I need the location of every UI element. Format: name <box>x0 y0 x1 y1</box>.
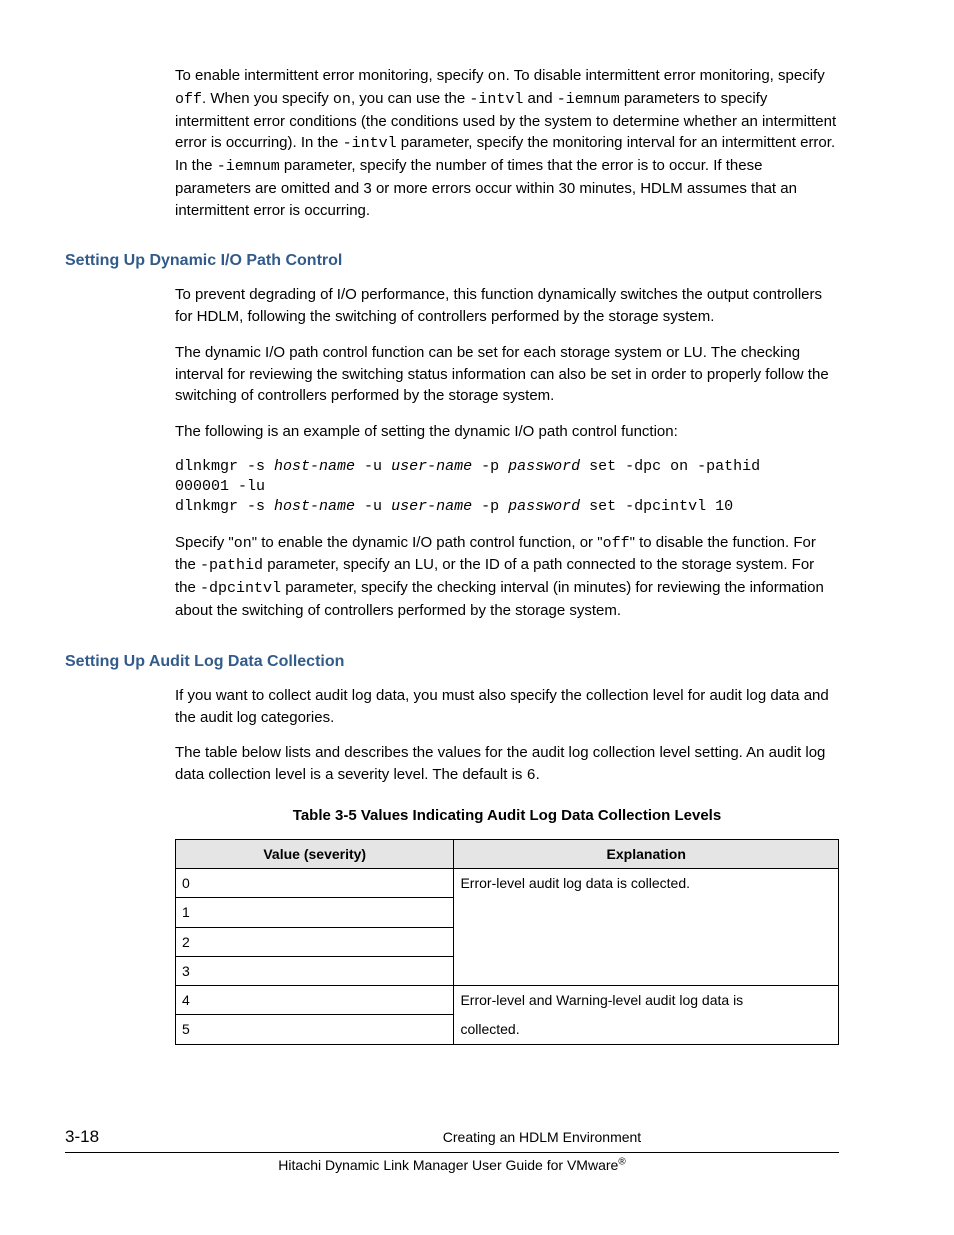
code-inline: -intvl <box>343 135 397 152</box>
code-inline: -iemnum <box>557 91 620 108</box>
cell-explanation: Error-level and Warning-level audit log … <box>454 986 839 1015</box>
text: To enable intermittent error monitoring,… <box>175 67 488 84</box>
cell-explanation <box>454 956 839 985</box>
table-row: 3 <box>176 956 839 985</box>
cell-value: 4 <box>176 986 454 1015</box>
cell-explanation: Error-level audit log data is collected. <box>454 868 839 897</box>
cell-value: 5 <box>176 1015 454 1044</box>
page-footer: 3-18 Creating an HDLM Environment Hitach… <box>65 1125 839 1176</box>
text: The table below lists and describes the … <box>175 744 825 783</box>
code-inline: -pathid <box>200 557 263 574</box>
table-row: 1 <box>176 898 839 927</box>
cell-value: 0 <box>176 868 454 897</box>
paragraph: The dynamic I/O path control function ca… <box>175 342 839 407</box>
page-number: 3-18 <box>65 1125 245 1150</box>
paragraph: The following is an example of setting t… <box>175 421 839 443</box>
code-inline: on <box>234 535 252 552</box>
paragraph: If you want to collect audit log data, y… <box>175 685 839 729</box>
cell-value: 3 <box>176 956 454 985</box>
footer-divider <box>65 1152 839 1153</box>
paragraph: To prevent degrading of I/O performance,… <box>175 284 839 328</box>
text: . To disable intermittent error monitori… <box>506 67 825 84</box>
code-inline: -dpcintvl <box>200 580 281 597</box>
code-inline: off <box>603 535 630 552</box>
code-inline: on <box>488 68 506 85</box>
table-row: 5 collected. <box>176 1015 839 1044</box>
cell-explanation: collected. <box>454 1015 839 1044</box>
table-header-row: Value (severity) Explanation <box>176 839 839 868</box>
paragraph: Specify "on" to enable the dynamic I/O p… <box>175 532 839 622</box>
cell-explanation <box>454 927 839 956</box>
table-row: 4 Error-level and Warning-level audit lo… <box>176 986 839 1015</box>
table-caption: Table 3-5 Values Indicating Audit Log Da… <box>175 805 839 827</box>
cell-value: 2 <box>176 927 454 956</box>
text: , you can use the <box>351 90 469 107</box>
book-title: Hitachi Dynamic Link Manager User Guide … <box>65 1155 839 1175</box>
code-inline: -iemnum <box>217 158 280 175</box>
text: Specify " <box>175 534 234 551</box>
text: . When you specify <box>202 90 333 107</box>
chapter-title: Creating an HDLM Environment <box>245 1127 839 1147</box>
text: . <box>536 766 540 783</box>
col-header-value: Value (severity) <box>176 839 454 868</box>
paragraph: The table below lists and describes the … <box>175 742 839 787</box>
table-row: 0 Error-level audit log data is collecte… <box>176 868 839 897</box>
cell-explanation <box>454 898 839 927</box>
cell-value: 1 <box>176 898 454 927</box>
col-header-explanation: Explanation <box>454 839 839 868</box>
heading-audit-log: Setting Up Audit Log Data Collection <box>65 650 839 673</box>
intro-paragraph: To enable intermittent error monitoring,… <box>175 65 839 221</box>
table-row: 2 <box>176 927 839 956</box>
audit-log-levels-table: Value (severity) Explanation 0 Error-lev… <box>175 839 839 1045</box>
code-block: dlnkmgr -s host-name -u user-name -p pas… <box>175 457 839 518</box>
code-inline: 6 <box>527 767 536 784</box>
code-inline: off <box>175 91 202 108</box>
text: " to enable the dynamic I/O path control… <box>252 534 603 551</box>
code-inline: on <box>333 91 351 108</box>
text: and <box>523 90 556 107</box>
code-inline: -intvl <box>469 91 523 108</box>
heading-dynamic-io: Setting Up Dynamic I/O Path Control <box>65 249 839 272</box>
